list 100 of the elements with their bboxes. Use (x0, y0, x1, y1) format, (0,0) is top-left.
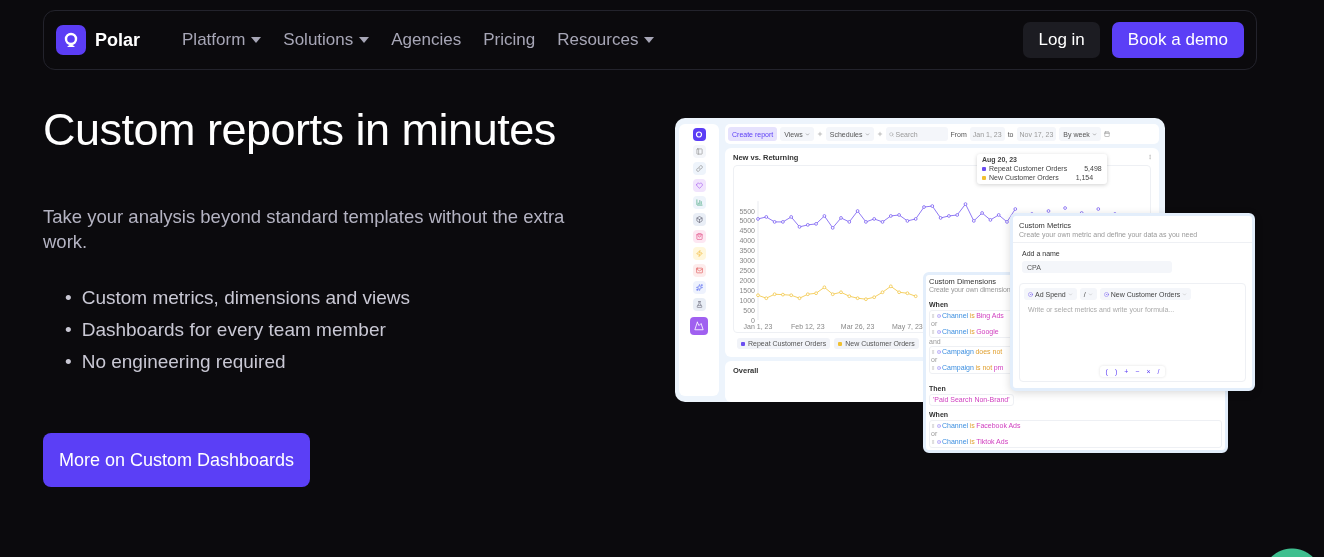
box-icon[interactable] (692, 213, 706, 226)
feature-text: Custom metrics, dimensions and views (81, 286, 411, 310)
data-point (897, 213, 901, 217)
data-point (855, 296, 860, 300)
data-point (847, 294, 852, 298)
data-point (864, 220, 868, 224)
series-swatch (982, 176, 986, 180)
data-point (1063, 206, 1067, 210)
link-icon[interactable] (692, 162, 706, 175)
data-point (988, 218, 993, 222)
data-point (814, 291, 818, 295)
data-point (839, 290, 843, 294)
dimension-icon (936, 314, 941, 318)
drag-handle-icon[interactable] (931, 330, 935, 334)
bar-chart-icon[interactable] (692, 196, 706, 209)
data-point (938, 216, 943, 220)
data-point (814, 222, 818, 226)
drag-handle-icon[interactable] (931, 350, 935, 354)
chevron-icon (864, 131, 870, 137)
lightning-icon[interactable] (692, 247, 706, 260)
bullet-mark: • (65, 350, 72, 374)
data-point (764, 215, 769, 219)
data-point (772, 220, 777, 224)
metric-icon (1028, 291, 1033, 297)
metric-icon (1103, 291, 1109, 297)
logo-icon[interactable] (56, 25, 86, 55)
hero-description: Take your analysis beyond standard templates without the extra work. (43, 205, 566, 254)
data-point (797, 225, 802, 229)
login-button[interactable]: Log in (1023, 22, 1100, 58)
brand-name[interactable]: Polar (95, 29, 141, 51)
mail-icon[interactable] (692, 264, 706, 277)
dimension-icon (936, 424, 941, 428)
data-point (855, 209, 860, 213)
app-logo-icon[interactable] (692, 128, 706, 141)
data-point (839, 216, 843, 220)
nav-link[interactable]: Solutions (283, 30, 370, 50)
dimension-icon (936, 330, 941, 334)
data-point (1013, 207, 1018, 211)
data-point (1096, 207, 1101, 211)
data-point (980, 211, 984, 215)
calendar-icon[interactable] (1103, 131, 1110, 137)
data-point (789, 293, 793, 297)
more-icon[interactable] (1147, 154, 1153, 160)
bullet-mark: • (65, 286, 72, 310)
feature-text: Dashboards for every team member (81, 318, 386, 342)
data-point (880, 220, 885, 224)
data-point (822, 214, 827, 218)
data-point (872, 217, 876, 221)
data-point (797, 296, 802, 300)
search-icon (888, 131, 894, 137)
book-demo-button[interactable]: Book a demo (1111, 22, 1244, 58)
chevron-icon (804, 131, 810, 137)
drag-handle-icon[interactable] (931, 314, 935, 318)
data-point (772, 292, 777, 296)
data-point (806, 223, 810, 227)
feature-text: No engineering required (81, 350, 286, 374)
data-point (781, 292, 785, 297)
data-point (889, 214, 893, 218)
drag-handle-icon[interactable] (931, 440, 935, 444)
data-point (864, 297, 868, 301)
data-point (806, 292, 810, 296)
bag-icon[interactable] (692, 230, 706, 243)
data-point (930, 204, 935, 208)
caret-icon (644, 37, 655, 43)
dashboards-button[interactable]: More on Custom Dashboards (43, 433, 311, 487)
data-point (913, 217, 918, 221)
data-point (880, 290, 885, 294)
caret-icon (251, 37, 262, 43)
flask-icon[interactable] (692, 298, 706, 311)
data-point (947, 214, 951, 218)
dimension-icon (936, 366, 941, 370)
data-point (781, 220, 785, 224)
chevron-icon (1067, 291, 1073, 297)
nav-link[interactable]: Agencies (391, 30, 462, 50)
data-point (830, 292, 835, 296)
data-point (822, 285, 827, 290)
add-icon[interactable] (876, 131, 883, 137)
caret-icon (359, 37, 370, 43)
bullet-mark: • (65, 318, 72, 342)
heart-icon[interactable] (692, 179, 706, 192)
nav-link[interactable]: Resources (557, 30, 655, 50)
data-point (756, 293, 760, 297)
add-icon[interactable] (816, 131, 823, 137)
dimension-icon (936, 350, 941, 354)
data-point (913, 294, 918, 298)
data-point (847, 220, 852, 224)
mountain-icon[interactable] (690, 317, 708, 335)
nav-link[interactable]: Platform (182, 30, 262, 50)
nav-link[interactable]: Pricing (483, 30, 536, 50)
data-point (830, 226, 835, 230)
data-point (764, 296, 769, 300)
data-point (756, 217, 760, 221)
drag-handle-icon[interactable] (931, 366, 935, 370)
drag-handle-icon[interactable] (931, 424, 935, 428)
data-point (996, 213, 1001, 217)
data-point (972, 219, 976, 223)
data-point (922, 205, 926, 209)
chevron-icon (1087, 291, 1093, 297)
series-swatch (982, 167, 986, 171)
sparkle-icon[interactable] (692, 281, 706, 294)
